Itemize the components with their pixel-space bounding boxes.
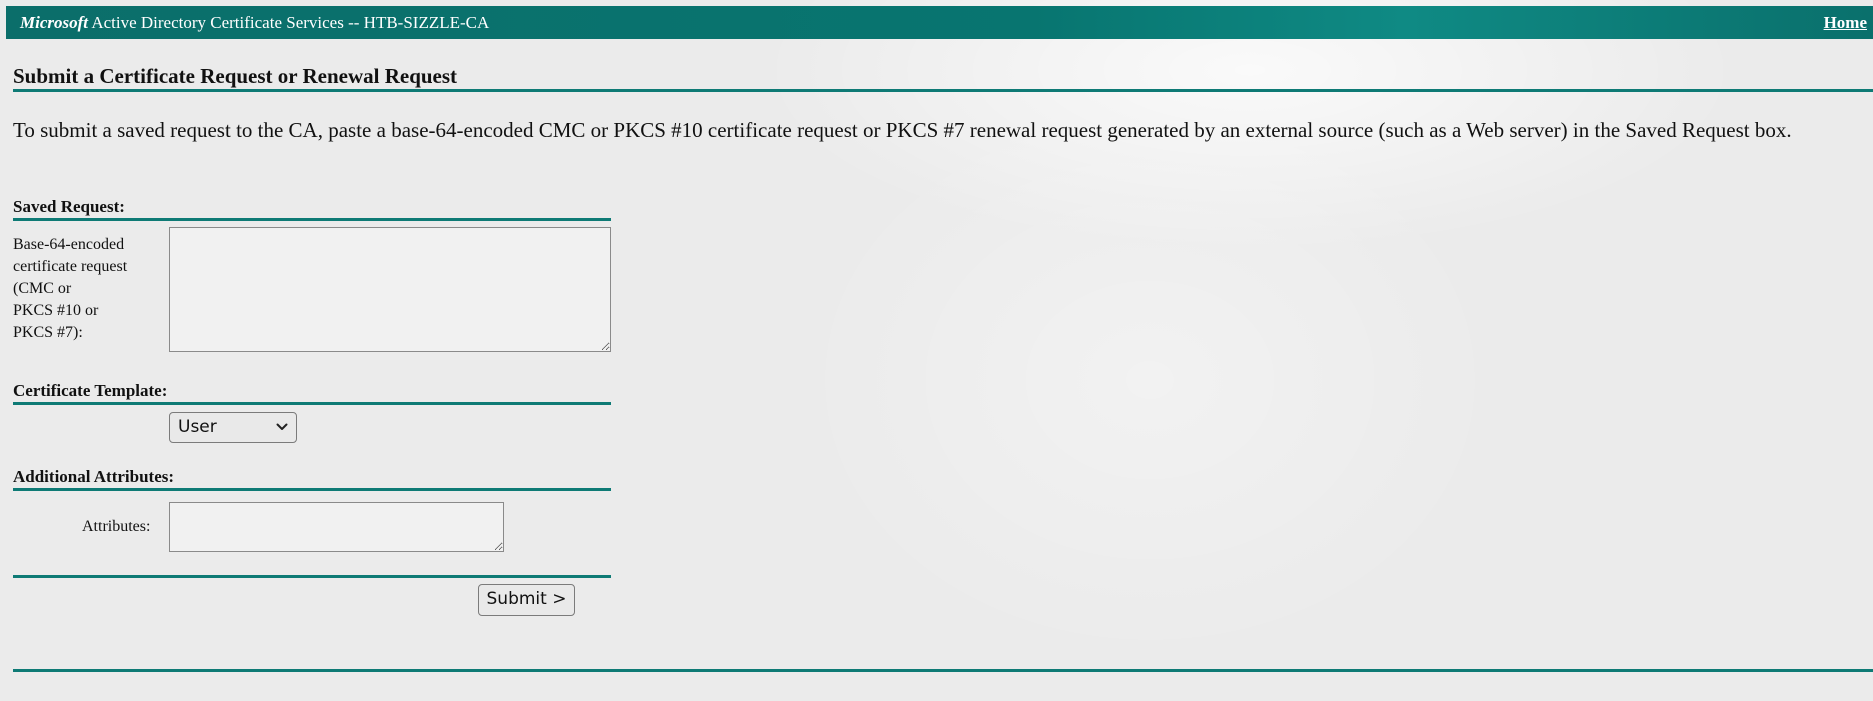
saved-request-textarea[interactable] (169, 227, 611, 352)
saved-request-label-line: certificate request (13, 258, 128, 275)
title-divider (13, 89, 1873, 92)
additional-attributes-heading: Additional Attributes: (13, 467, 175, 486)
chevron-down-icon (276, 423, 288, 430)
page-title: Submit a Certificate Request or Renewal … (13, 64, 458, 88)
saved-request-heading: Saved Request: (13, 197, 125, 216)
certificate-template-heading: Certificate Template: (13, 381, 168, 400)
brand-name: Microsoft (20, 13, 88, 32)
ca-name: HTB-SIZZLE-CA (363, 13, 490, 32)
form-footer-divider (13, 575, 611, 578)
saved-request-label-line: PKCS #10 or (13, 302, 99, 319)
page-footer-divider (13, 669, 1873, 672)
attributes-label: Attributes: (82, 518, 151, 535)
page: Microsoft Active Directory Certificate S… (0, 0, 1873, 701)
certificate-template-value: User (178, 417, 217, 437)
attributes-textarea[interactable] (169, 502, 504, 552)
home-link[interactable]: Home (1824, 13, 1867, 33)
submit-button[interactable]: Submit > (478, 584, 575, 616)
saved-request-label: Base-64-encoded certificate request (CMC… (13, 234, 127, 344)
app-title: Microsoft Active Directory Certificate S… (20, 13, 489, 33)
saved-request-divider (13, 218, 611, 221)
product-name: Active Directory Certificate Services (91, 13, 344, 32)
additional-attributes-divider (13, 488, 611, 491)
intro-text: To submit a saved request to the CA, pas… (13, 118, 1792, 142)
certificate-template-select[interactable]: User (169, 412, 297, 443)
saved-request-label-line: (CMC or (13, 280, 72, 297)
certificate-template-divider (13, 402, 611, 405)
saved-request-label-line: PKCS #7): (13, 324, 83, 341)
header-banner: Microsoft Active Directory Certificate S… (6, 6, 1873, 39)
title-separator: -- (348, 13, 360, 32)
saved-request-label-line: Base-64-encoded (13, 236, 125, 253)
